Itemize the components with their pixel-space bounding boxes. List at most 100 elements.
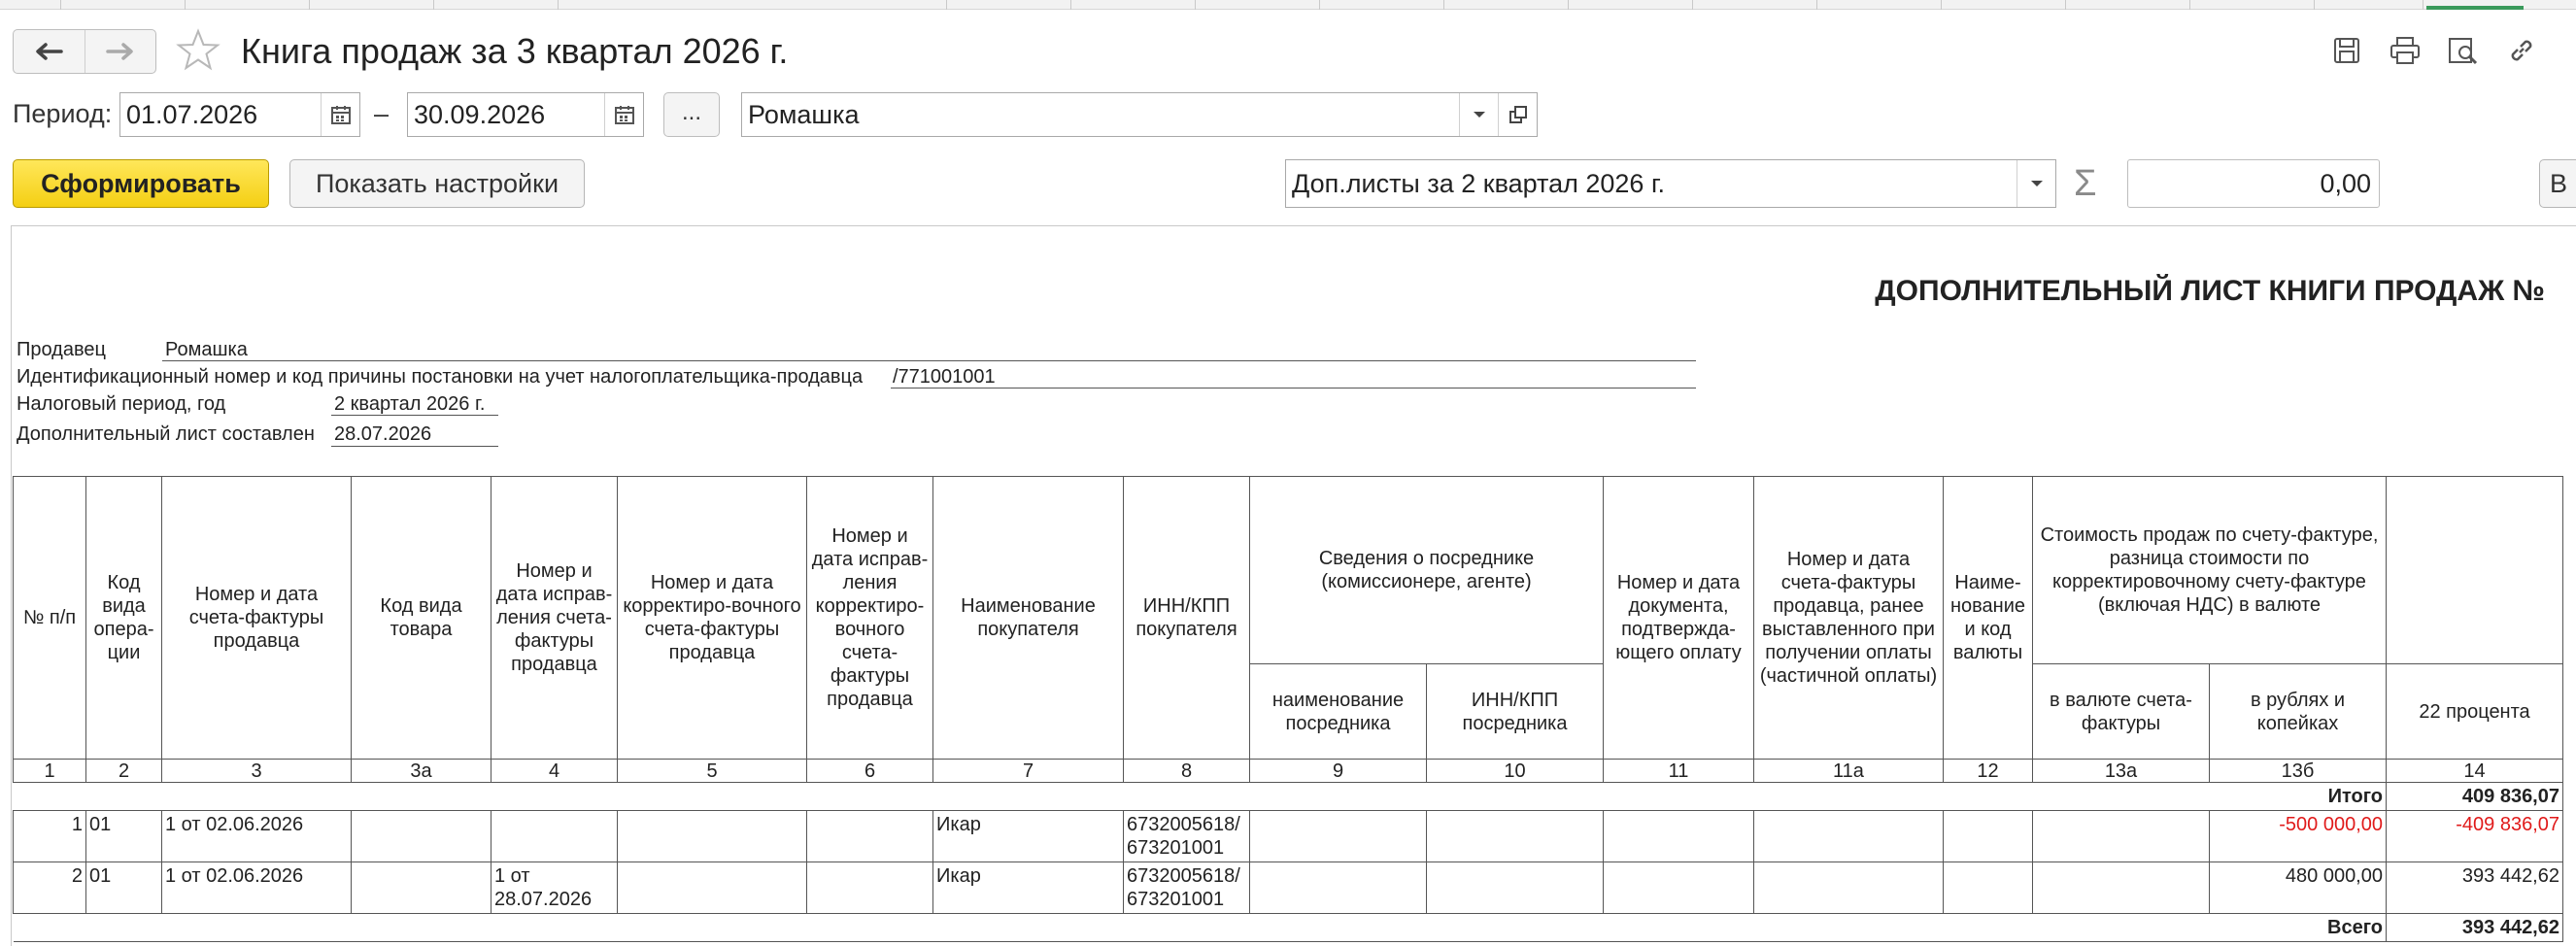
column-number: 11а xyxy=(1753,759,1944,783)
tab-divider xyxy=(1443,0,1444,10)
column-number: 14 xyxy=(2386,759,2563,783)
prior-invoice xyxy=(1753,810,1944,862)
header-c6: Номер и дата исправ-ления корректиро-воч… xyxy=(806,476,933,760)
show-settings-button[interactable]: Показать настройки xyxy=(289,159,585,208)
grand-total-label: Всего xyxy=(13,913,2387,942)
column-number: 3 xyxy=(161,759,352,783)
back-button[interactable] xyxy=(14,30,85,73)
column-number: 4 xyxy=(491,759,618,783)
corrective-fix xyxy=(806,810,933,862)
invoice-number-date: 1 от 02.06.2026 xyxy=(161,862,352,914)
inn-label: Идентификационный номер и код причины по… xyxy=(17,366,864,388)
column-number: 5 xyxy=(617,759,807,783)
period-label: Период: xyxy=(13,99,113,128)
intermediary-name xyxy=(1249,810,1427,862)
sum-field: 0,00 xyxy=(2127,159,2380,208)
date-from-field[interactable]: 01.07.2026 xyxy=(119,92,360,137)
tax-period-label: Налоговый период, год xyxy=(17,393,226,415)
print-icon xyxy=(2390,37,2420,64)
corrective-fix xyxy=(806,862,933,914)
invoice-number-date: 1 от 02.06.2026 xyxy=(161,810,352,862)
tab-divider xyxy=(2314,0,2315,10)
header-c3a: Код вида товара xyxy=(351,476,491,760)
total-label: Итого xyxy=(13,782,2387,811)
header-c13b: в рублях и копейках xyxy=(2209,663,2387,760)
star-icon xyxy=(176,28,220,71)
header-c11: Номер и дата документа, подтвержда-ющего… xyxy=(1603,476,1754,760)
intermediary-inn xyxy=(1426,862,1604,914)
tab-divider xyxy=(946,0,947,10)
amount-rub: 480 000,00 xyxy=(2209,862,2387,914)
table-row[interactable]: 1 01 1 от 02.06.2026 Икар 6732005618/673… xyxy=(13,810,2563,862)
period-select-button[interactable]: ... xyxy=(663,92,720,137)
column-number: 13а xyxy=(2032,759,2210,783)
invoice-fix-date: 28.07.2026 xyxy=(494,889,593,910)
organization-field[interactable]: Ромашка xyxy=(741,92,1538,137)
compiled-value: 28.07.2026 xyxy=(334,423,432,445)
window-tabs-strip xyxy=(0,0,2576,10)
addsheet-dropdown-button[interactable] xyxy=(2017,160,2055,207)
column-number: 3а xyxy=(351,759,491,783)
report-area: ДОПОЛНИТЕЛЬНЫЙ ЛИСТ КНИГИ ПРОДАЖ № Прода… xyxy=(11,225,2576,946)
addsheet-select[interactable]: Доп.листы за 2 квартал 2026 г. xyxy=(1285,159,2056,208)
prior-invoice xyxy=(1753,862,1944,914)
header-c5: Номер и дата корректиро-вочного счета-фа… xyxy=(617,476,807,760)
date-to-field[interactable]: 30.09.2026 xyxy=(407,92,644,137)
tab-divider xyxy=(558,0,559,10)
seller-value: Ромашка xyxy=(165,339,248,360)
generate-button[interactable]: Сформировать xyxy=(13,159,269,208)
calendar-icon xyxy=(614,106,634,124)
amount-invoice-currency xyxy=(2032,810,2210,862)
organization-dropdown-button[interactable] xyxy=(1459,93,1498,136)
column-number: 2 xyxy=(85,759,162,783)
forward-button[interactable] xyxy=(84,30,156,73)
buyer-inn: 6732005618/673201001 xyxy=(1123,810,1250,862)
payment-doc xyxy=(1603,862,1754,914)
tab-divider xyxy=(309,0,310,10)
tab-divider xyxy=(2065,0,2066,10)
buyer-name: Икар xyxy=(932,810,1124,862)
column-number: 13б xyxy=(2209,759,2387,783)
header-c11a: Номер и дата счета-фактуры продавца, ран… xyxy=(1753,476,1944,760)
header-c7: Наименование покупателя xyxy=(932,476,1124,760)
corrective-invoice xyxy=(617,810,807,862)
compiled-underline xyxy=(331,446,498,447)
column-number: 6 xyxy=(806,759,933,783)
amount-invoice-currency xyxy=(2032,862,2210,914)
tax-period-underline xyxy=(331,415,498,416)
currency xyxy=(1943,862,2033,914)
link-icon xyxy=(2511,40,2532,61)
tab-divider xyxy=(60,0,61,10)
tab-divider xyxy=(1195,0,1196,10)
tab-divider xyxy=(185,0,186,10)
header-c13a: в валюте счета-фактуры xyxy=(2032,663,2210,760)
organization-open-button[interactable] xyxy=(1498,93,1537,136)
buyer-name: Икар xyxy=(932,862,1124,914)
header-c9: наименование посредника xyxy=(1249,663,1427,760)
column-number: 12 xyxy=(1943,759,2033,783)
invoice-fix xyxy=(491,810,618,862)
arrow-left-icon xyxy=(36,43,63,60)
buyer-inn-line: 6732005618/ xyxy=(1127,814,1240,835)
table-row[interactable]: 2 01 1 от 02.06.2026 1 от 28.07.2026 Икар… xyxy=(13,862,2563,914)
total-value: 409 836,07 xyxy=(2386,782,2563,811)
link-button[interactable] xyxy=(2504,33,2539,68)
arrow-right-icon xyxy=(106,43,133,60)
tab-divider xyxy=(1692,0,1693,10)
grand-total-value: 393 442,62 xyxy=(2386,913,2563,942)
inn-underline xyxy=(891,388,1696,389)
invoice-fix-line: 1 от xyxy=(494,865,530,887)
header-intermediary-group: Сведения о посреднике (комиссионере, аге… xyxy=(1249,476,1604,664)
date-to-calendar-button[interactable] xyxy=(604,93,643,136)
date-from-calendar-button[interactable] xyxy=(321,93,359,136)
more-button[interactable]: В xyxy=(2539,159,2576,208)
currency xyxy=(1943,810,2033,862)
favorite-button[interactable] xyxy=(175,27,221,76)
inn-value: /771001001 xyxy=(893,366,996,388)
column-number: 8 xyxy=(1123,759,1250,783)
print-button[interactable] xyxy=(2388,33,2423,68)
tab-divider xyxy=(1319,0,1320,10)
preview-button[interactable] xyxy=(2446,33,2481,68)
invoice-fix: 1 от 28.07.2026 xyxy=(491,862,618,914)
save-button[interactable] xyxy=(2329,33,2364,68)
